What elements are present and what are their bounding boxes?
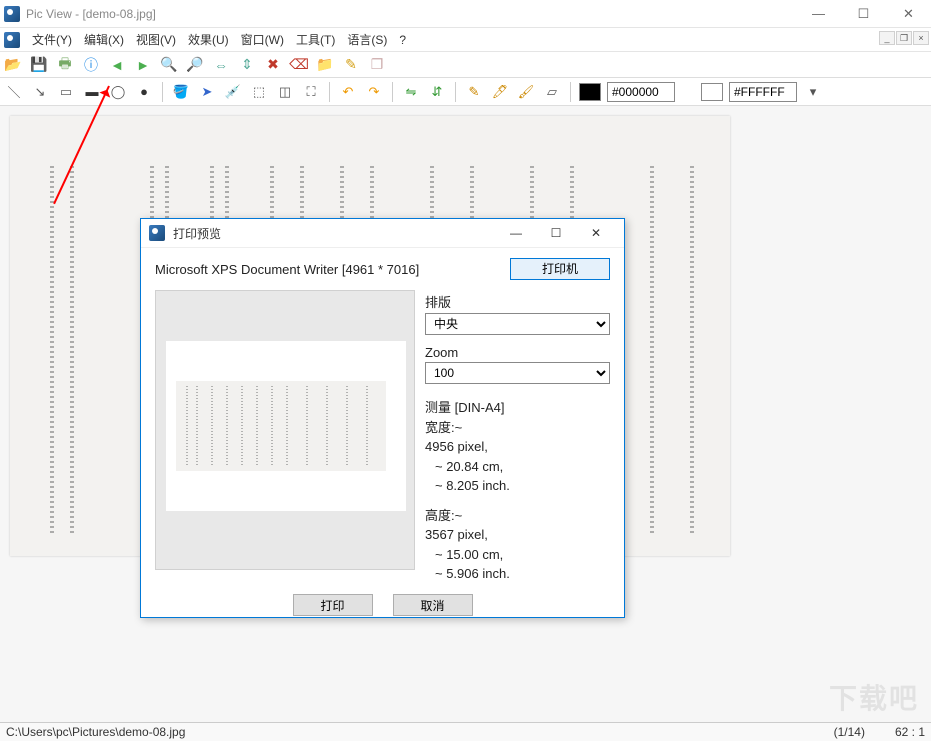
- width-label: 宽度:~: [425, 418, 610, 438]
- pen-tool-icon[interactable]: ✎: [464, 82, 484, 102]
- separator: [392, 82, 393, 102]
- prev-icon[interactable]: ◄: [108, 56, 126, 74]
- mdi-window-controls: _ ❐ ×: [879, 31, 929, 45]
- close-button[interactable]: ✕: [886, 0, 931, 27]
- print-preview-pane: [155, 290, 415, 570]
- line-tool-icon[interactable]: ＼: [4, 82, 24, 102]
- filled-ellipse-tool-icon[interactable]: ●: [134, 82, 154, 102]
- zoom-select[interactable]: 100: [425, 362, 610, 384]
- menu-file[interactable]: 文件(Y): [26, 31, 78, 48]
- save-icon[interactable]: 💾: [30, 56, 48, 74]
- menu-window[interactable]: 窗口(W): [235, 31, 290, 48]
- crop-icon[interactable]: ◫: [275, 82, 295, 102]
- window-title: Pic View - [demo-08.jpg]: [26, 7, 156, 21]
- print-preview-dialog: 打印预览 — ☐ ✕ Microsoft XPS Document Writer…: [140, 218, 625, 618]
- fit-height-icon[interactable]: ⇕: [238, 56, 256, 74]
- layout-select[interactable]: 中央: [425, 313, 610, 335]
- statusbar: C:\Users\pc\Pictures\demo-08.jpg (1/14) …: [0, 722, 931, 741]
- app-icon: [4, 6, 20, 22]
- width-pixel: 4956 pixel,: [425, 437, 610, 457]
- clear-icon[interactable]: ⌫: [290, 56, 308, 74]
- separator: [162, 82, 163, 102]
- cursor-tool-icon[interactable]: ➤: [197, 82, 217, 102]
- status-zoom: 62 : 1: [895, 725, 925, 739]
- dialog-icon: [149, 225, 165, 241]
- main-toolbar: 📂 💾 🖶 ⓘ ◄ ► 🔍 🔎 ⇔ ⇕ ✖ ⌫ 📁 ✎ ❐: [0, 52, 931, 78]
- color-picker-icon[interactable]: ▾: [803, 82, 823, 102]
- watermark: 下载吧: [829, 677, 919, 717]
- draw-mode-icon[interactable]: ✎: [342, 56, 360, 74]
- folder-icon[interactable]: 📁: [316, 56, 334, 74]
- dialog-title: 打印预览: [173, 225, 221, 242]
- info-icon[interactable]: ⓘ: [82, 56, 100, 74]
- select-rect-icon[interactable]: ⬚: [249, 82, 269, 102]
- document-icon: [4, 32, 20, 48]
- open-icon[interactable]: 📂: [4, 56, 22, 74]
- height-label: 高度:~: [425, 506, 610, 526]
- minimize-button[interactable]: —: [796, 0, 841, 27]
- menu-help[interactable]: ?: [393, 33, 412, 47]
- height-cm: ~ 15.00 cm,: [425, 545, 610, 565]
- window-controls: — ☐ ✕: [796, 0, 931, 27]
- undo-icon[interactable]: ↶: [338, 82, 358, 102]
- marker-tool-icon[interactable]: 🖊: [490, 82, 510, 102]
- foreground-color-input[interactable]: [607, 82, 675, 102]
- mdi-restore-button[interactable]: ❐: [896, 31, 912, 45]
- dialog-titlebar[interactable]: 打印预览 — ☐ ✕: [141, 219, 624, 248]
- fit-width-icon[interactable]: ⇔: [212, 56, 230, 74]
- menu-language[interactable]: 语言(S): [341, 31, 393, 48]
- cancel-button[interactable]: 取消: [393, 594, 473, 616]
- status-index: (1/14): [834, 725, 865, 739]
- dialog-close-button[interactable]: ✕: [576, 219, 616, 247]
- separator: [570, 82, 571, 102]
- printer-info-label: Microsoft XPS Document Writer [4961 * 70…: [155, 262, 419, 277]
- copy-icon[interactable]: ❐: [368, 56, 386, 74]
- flip-h-icon[interactable]: ⇋: [401, 82, 421, 102]
- layout-label: 排版: [425, 292, 610, 311]
- arrow-tool-icon[interactable]: ↘: [30, 82, 50, 102]
- eraser-tool-icon[interactable]: ▱: [542, 82, 562, 102]
- width-cm: ~ 20.84 cm,: [425, 457, 610, 477]
- next-icon[interactable]: ►: [134, 56, 152, 74]
- background-color-swatch[interactable]: [701, 83, 723, 101]
- eyedropper-tool-icon[interactable]: 💉: [223, 82, 243, 102]
- resize-icon[interactable]: ⛶: [301, 82, 321, 102]
- background-color-input[interactable]: [729, 82, 797, 102]
- separator: [455, 82, 456, 102]
- print-button[interactable]: 打印: [293, 594, 373, 616]
- menu-effect[interactable]: 效果(U): [182, 31, 235, 48]
- print-settings-pane: 排版 中央 Zoom 100 测量 [DIN-A4] 宽度:~ 4956 pix…: [425, 290, 610, 584]
- menu-view[interactable]: 视图(V): [130, 31, 182, 48]
- brush-tool-icon[interactable]: 🖌: [516, 82, 536, 102]
- rect-tool-icon[interactable]: ▭: [56, 82, 76, 102]
- status-path: C:\Users\pc\Pictures\demo-08.jpg: [6, 725, 185, 739]
- mdi-close-button[interactable]: ×: [913, 31, 929, 45]
- width-inch: ~ 8.205 inch.: [425, 476, 610, 496]
- redo-icon[interactable]: ↷: [364, 82, 384, 102]
- menu-tools[interactable]: 工具(T): [290, 31, 341, 48]
- maximize-button[interactable]: ☐: [841, 0, 886, 27]
- dialog-minimize-button[interactable]: —: [496, 219, 536, 247]
- height-inch: ~ 5.906 inch.: [425, 564, 610, 584]
- print-icon[interactable]: 🖶: [56, 56, 74, 74]
- bucket-tool-icon[interactable]: 🪣: [171, 82, 191, 102]
- zoom-out-icon[interactable]: 🔎: [186, 56, 204, 74]
- dialog-maximize-button[interactable]: ☐: [536, 219, 576, 247]
- zoom-label: Zoom: [425, 345, 610, 360]
- preview-page-content: [176, 381, 386, 471]
- menu-edit[interactable]: 编辑(X): [78, 31, 130, 48]
- foreground-color-swatch[interactable]: [579, 83, 601, 101]
- menubar: 文件(Y) 编辑(X) 视图(V) 效果(U) 窗口(W) 工具(T) 语言(S…: [0, 28, 931, 52]
- delete-icon[interactable]: ✖: [264, 56, 282, 74]
- separator: [329, 82, 330, 102]
- printer-button[interactable]: 打印机: [510, 258, 610, 280]
- measure-label: 测量 [DIN-A4]: [425, 398, 610, 418]
- window-titlebar: Pic View - [demo-08.jpg] — ☐ ✕: [0, 0, 931, 28]
- flip-v-icon[interactable]: ⇵: [427, 82, 447, 102]
- height-pixel: 3567 pixel,: [425, 525, 610, 545]
- zoom-in-icon[interactable]: 🔍: [160, 56, 178, 74]
- mdi-minimize-button[interactable]: _: [879, 31, 895, 45]
- drawing-toolbar: ＼ ↘ ▭ ▬ ◯ ● 🪣 ➤ 💉 ⬚ ◫ ⛶ ↶ ↷ ⇋ ⇵ ✎ 🖊 🖌 ▱ …: [0, 78, 931, 106]
